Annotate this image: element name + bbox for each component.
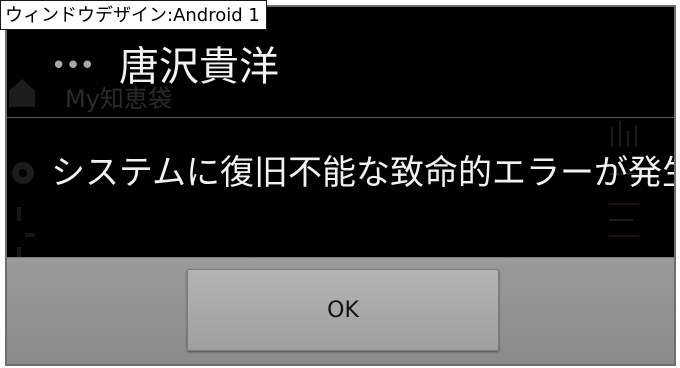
dialog-message: システムに復旧不能な致命的エラーが発生 <box>51 153 676 193</box>
home-icon <box>9 79 35 107</box>
window-label: ウィンドウデザイン:Android 1 <box>0 0 267 30</box>
dialog-window: My知恵袋 ••• 唐沢貴洋 システムに復旧不能な致命的エラーが発生 OK <box>5 5 676 366</box>
gear-icon <box>12 162 34 184</box>
title-divider <box>7 117 674 118</box>
button-bar: OK <box>7 257 674 364</box>
background-list-marks <box>17 207 35 257</box>
more-dots-icon[interactable]: ••• <box>51 53 95 79</box>
dialog-title: 唐沢貴洋 <box>119 44 279 90</box>
ok-button[interactable]: OK <box>187 269 499 351</box>
